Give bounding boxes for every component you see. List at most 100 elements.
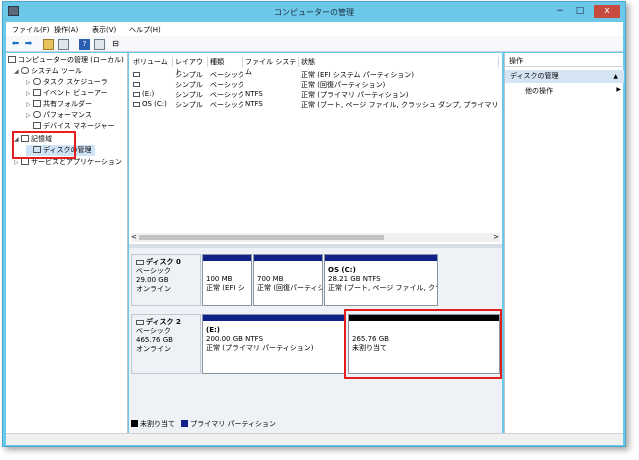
disk-2-type: ベーシック <box>136 327 171 335</box>
volume-name: (E:) <box>142 90 155 98</box>
up-folder-icon[interactable] <box>43 39 54 50</box>
disk-0-type: ベーシック <box>136 267 171 275</box>
disk-view-icon[interactable]: ⊟ <box>110 39 121 50</box>
actions-section-disk-management[interactable]: ディスクの管理 ▲ <box>505 70 624 83</box>
help-icon[interactable]: ? <box>79 39 90 50</box>
tree-item-label: 共有フォルダー <box>43 100 92 108</box>
menu-bar: ファイル(F) 操作(A) 表示(V) ヘルプ(H) <box>6 22 623 36</box>
menu-view[interactable]: 表示(V) <box>92 25 116 35</box>
performance-icon <box>33 111 41 118</box>
menu-help[interactable]: ヘルプ(H) <box>129 25 161 35</box>
status-cell: 正常 (回復パーティション) <box>301 81 386 89</box>
shared-folder-icon <box>33 100 41 107</box>
close-button[interactable]: x <box>594 5 620 18</box>
back-arrow-icon[interactable]: ⬅ <box>10 39 21 50</box>
tree-item-root[interactable]: コンピューターの管理 (ローカル) <box>8 55 124 66</box>
partition-info: 100 MB 正常 (EFI シ <box>206 275 250 293</box>
title-bar[interactable]: コンピューターの管理 − □ x <box>3 2 625 22</box>
app-window: コンピューターの管理 − □ x ファイル(F) 操作(A) 表示(V) ヘルプ… <box>2 1 626 447</box>
clock-icon <box>33 78 41 85</box>
disk-2-name: ディスク 2 <box>136 318 196 327</box>
partition-status: 正常 (回復パーティシ <box>257 284 323 292</box>
partition-size: 100 MB <box>206 275 233 283</box>
tree-item-label: タスク スケジューラ <box>43 78 108 86</box>
menu-action[interactable]: 操作(A) <box>54 25 78 35</box>
primary-partition-bar <box>254 255 322 261</box>
partition-efi[interactable]: 100 MB 正常 (EFI シ <box>202 254 252 306</box>
table-row[interactable]: OS (C:) シンプル ベーシック NTFS 正常 (ブート, ページ ファイ… <box>129 100 502 109</box>
partition-size: 700 MB <box>257 275 284 283</box>
status-cell: 正常 (EFI システム パーティション) <box>301 71 415 79</box>
event-viewer-icon <box>33 89 41 96</box>
disk-name-text: ディスク 2 <box>146 318 181 326</box>
type-cell: ベーシック <box>210 101 243 109</box>
maximize-button[interactable]: □ <box>571 5 589 18</box>
disk-management-panel: ボリューム レイアウト 種類 ファイル システム 状態 シンプル ベーシック 正… <box>129 53 502 433</box>
highlight-box-storage <box>12 131 76 159</box>
device-manager-icon <box>33 122 41 129</box>
column-header-layout[interactable]: レイアウト <box>173 57 208 76</box>
layout-cell: シンプル <box>175 71 203 79</box>
tree-item-task-scheduler[interactable]: ▷ タスク スケジューラ <box>26 77 108 88</box>
status-cell: 正常 (プライマリ パーティション) <box>301 91 409 99</box>
tree-item-performance[interactable]: ▷ パフォーマンス <box>26 110 92 121</box>
horizontal-scrollbar[interactable]: < > <box>131 233 500 242</box>
tree-item-label: イベント ビューアー <box>43 89 108 97</box>
disk-2-label[interactable]: ディスク 2 ベーシック 465.76 GB オンライン <box>131 314 201 374</box>
disk-name-text: ディスク 0 <box>146 258 181 266</box>
collapsed-triangle-icon: ▷ <box>26 90 31 97</box>
minimize-button[interactable]: − <box>551 5 569 18</box>
column-header-status[interactable]: 状態 <box>299 57 499 67</box>
forward-arrow-icon[interactable]: ➡ <box>23 39 34 50</box>
collapsed-triangle-icon: ▷ <box>26 79 31 86</box>
partition-os-c[interactable]: OS (C:) 28.21 GB NTFS 正常 (ブート, ページ ファイル,… <box>324 254 438 306</box>
partition-e[interactable]: (E:) 200.00 GB NTFS 正常 (プライマリ パーティション) <box>202 314 345 374</box>
disk-0-size: 29.00 GB <box>136 276 169 284</box>
primary-partition-bar <box>203 255 251 261</box>
scroll-left-arrow[interactable]: < <box>131 233 137 241</box>
drive-icon <box>133 82 140 87</box>
drive-icon <box>133 72 140 77</box>
column-header-volume[interactable]: ボリューム <box>131 57 173 67</box>
tree-item-shared-folders[interactable]: ▷ 共有フォルダー <box>26 99 92 110</box>
drive-icon <box>133 92 140 97</box>
menu-file[interactable]: ファイル(F) <box>12 25 50 35</box>
tree-item-label: コンピューターの管理 (ローカル) <box>18 56 124 64</box>
properties-icon[interactable] <box>94 39 105 50</box>
disk-2-status: オンライン <box>136 345 171 353</box>
primary-partition-bar <box>325 255 437 261</box>
tree-item-system-tools[interactable]: ◢ システム ツール <box>14 66 82 77</box>
disk-icon <box>136 320 144 325</box>
disk-2-size: 465.76 GB <box>136 336 173 344</box>
table-row[interactable]: (E:) シンプル ベーシック NTFS 正常 (プライマリ パーティション) <box>129 90 502 99</box>
scroll-right-arrow[interactable]: > <box>493 233 499 241</box>
layout-cell: シンプル <box>175 101 203 109</box>
table-row[interactable]: シンプル ベーシック 正常 (EFI システム パーティション) <box>129 70 502 79</box>
table-row[interactable]: シンプル ベーシック 正常 (回復パーティション) <box>129 80 502 89</box>
status-bar <box>6 433 623 445</box>
disk-0-label[interactable]: ディスク 0 ベーシック 29.00 GB オンライン <box>131 254 201 306</box>
partition-title: (E:) <box>206 326 220 334</box>
actions-more[interactable]: 他の操作 ▶ <box>525 86 621 96</box>
column-header-type[interactable]: 種類 <box>208 57 243 67</box>
show-tree-icon[interactable] <box>58 39 69 50</box>
partition-status: 正常 (プライマリ パーティション) <box>206 344 314 352</box>
unallocated-swatch <box>131 420 138 427</box>
volume-cell: (E:) <box>133 90 173 98</box>
volume-cell <box>133 80 173 88</box>
actions-pane: 操作 ディスクの管理 ▲ 他の操作 ▶ <box>504 53 624 433</box>
legend: 未割り当て プライマリ パーティション <box>131 419 276 429</box>
partition-info: (E:) 200.00 GB NTFS 正常 (プライマリ パーティション) <box>206 326 343 353</box>
drive-icon <box>133 102 140 107</box>
actions-more-label: 他の操作 <box>525 87 553 95</box>
tree-item-event-viewer[interactable]: ▷ イベント ビューアー <box>26 88 108 99</box>
navigation-tree: コンピューターの管理 (ローカル) ◢ システム ツール ▷ タスク スケジューラ … <box>6 53 128 433</box>
chevron-right-icon: ▶ <box>616 86 621 93</box>
scrollbar-thumb[interactable] <box>139 235 384 240</box>
column-header-filesystem[interactable]: ファイル システム <box>243 57 299 76</box>
volume-cell <box>133 70 173 78</box>
partition-recovery[interactable]: 700 MB 正常 (回復パーティシ <box>253 254 323 306</box>
partition-size: 200.00 GB NTFS <box>206 335 264 343</box>
filesystem-cell: NTFS <box>245 100 263 108</box>
collapse-up-icon[interactable]: ▲ <box>613 70 618 83</box>
